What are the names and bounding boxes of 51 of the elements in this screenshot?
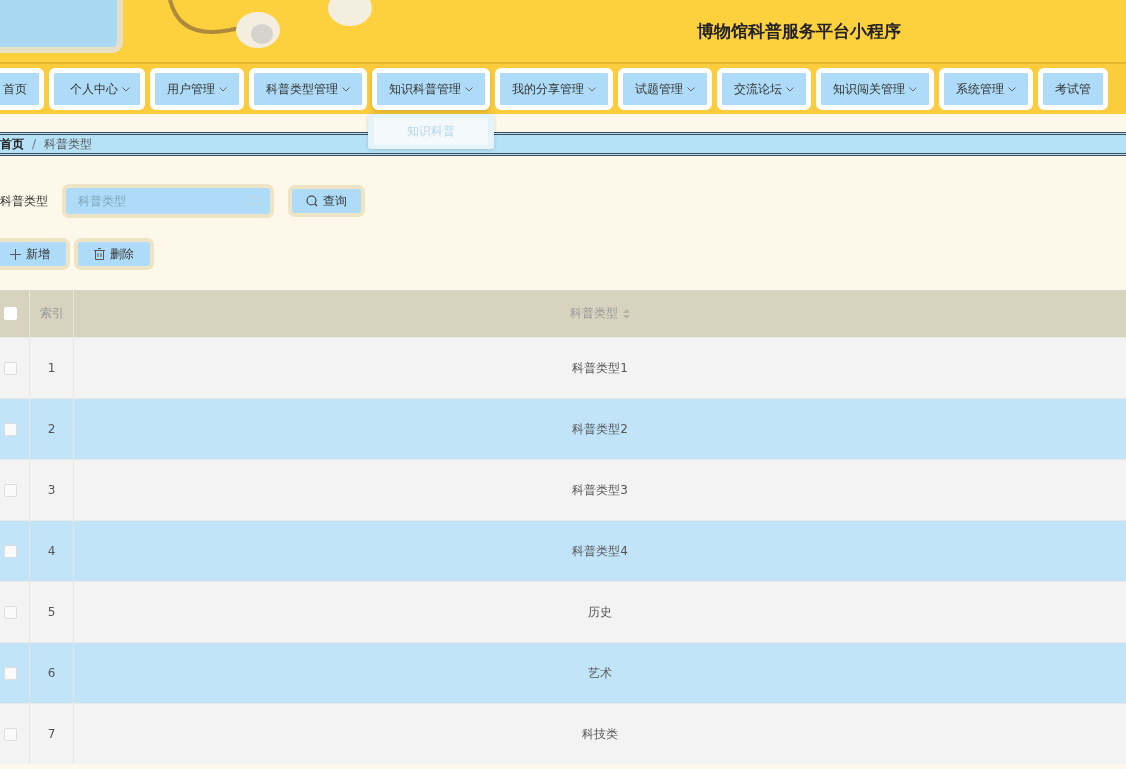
chevron-down-icon (122, 86, 130, 92)
nav-menu-item[interactable]: 交流论坛 (717, 68, 811, 110)
chevron-down-icon (465, 86, 473, 92)
plus-icon (10, 248, 21, 260)
table-cell-text: 科普类型2 (571, 420, 629, 438)
breadcrumb-link[interactable]: 科普类型 (44, 135, 93, 153)
breadcrumb-separator: / (32, 137, 37, 151)
row-checkbox[interactable] (4, 422, 17, 436)
chevron-down-icon (219, 86, 227, 92)
row-checkbox[interactable] (4, 544, 17, 558)
chevron-down-icon (588, 86, 596, 92)
delete-button[interactable]: 删除 (74, 238, 154, 270)
search-icon (250, 195, 262, 207)
nav-menu-item[interactable]: 系统管理 (939, 68, 1033, 110)
nav-menu-item[interactable]: 首页 (0, 68, 44, 110)
nav-menu-item[interactable]: 科普类型管理 (249, 68, 367, 110)
nav-menu-item[interactable]: 我的分享管理 (495, 68, 613, 110)
search-field[interactable]: 科普类型 (62, 184, 274, 218)
row-checkbox[interactable] (4, 605, 17, 619)
search-button[interactable]: 查询 (288, 185, 365, 217)
sort-icon[interactable] (623, 308, 630, 319)
table-cell-text: 科普类型4 (571, 542, 629, 560)
row-checkbox[interactable] (4, 666, 17, 680)
nav-menu-item[interactable]: 知识科普管理 (372, 68, 490, 110)
nav-menu-item[interactable]: 用户管理 (150, 68, 244, 110)
nav-menu-item[interactable]: 知识闯关管理 (816, 68, 934, 110)
table-cell: 7 (30, 704, 74, 764)
add-button[interactable]: 新增 (0, 238, 70, 270)
row-checkbox[interactable] (4, 361, 17, 375)
chevron-down-icon (687, 86, 695, 92)
nav-menu-item[interactable]: 试题管理 (618, 68, 712, 110)
app-title: 博物馆科普服务平台小程序 (697, 19, 901, 43)
select-all-checkbox[interactable] (4, 307, 17, 320)
trash-icon (94, 248, 105, 260)
chevron-down-icon (786, 86, 794, 92)
chevron-down-icon (342, 86, 350, 92)
chevron-down-icon (1008, 86, 1016, 92)
table-cell-text: 科普类型3 (571, 481, 629, 499)
search-label: 科普类型 (0, 192, 48, 210)
table-cell-text: 历史 (587, 603, 613, 621)
table-cell-text: 科普类型1 (571, 359, 629, 377)
row-checkbox[interactable] (4, 727, 17, 741)
breadcrumb-link[interactable]: 首页 (0, 135, 24, 153)
nav-menu-item[interactable]: 考试管 (1038, 68, 1108, 110)
table-cell-text: 艺术 (587, 664, 613, 682)
chevron-down-icon (909, 86, 917, 92)
search-icon (306, 195, 318, 207)
table-cell-text: 科技类 (581, 725, 619, 743)
row-checkbox[interactable] (4, 483, 17, 497)
nav-menu-item[interactable]: 个人中心 (49, 68, 145, 110)
search-input[interactable]: 科普类型 (76, 193, 250, 209)
